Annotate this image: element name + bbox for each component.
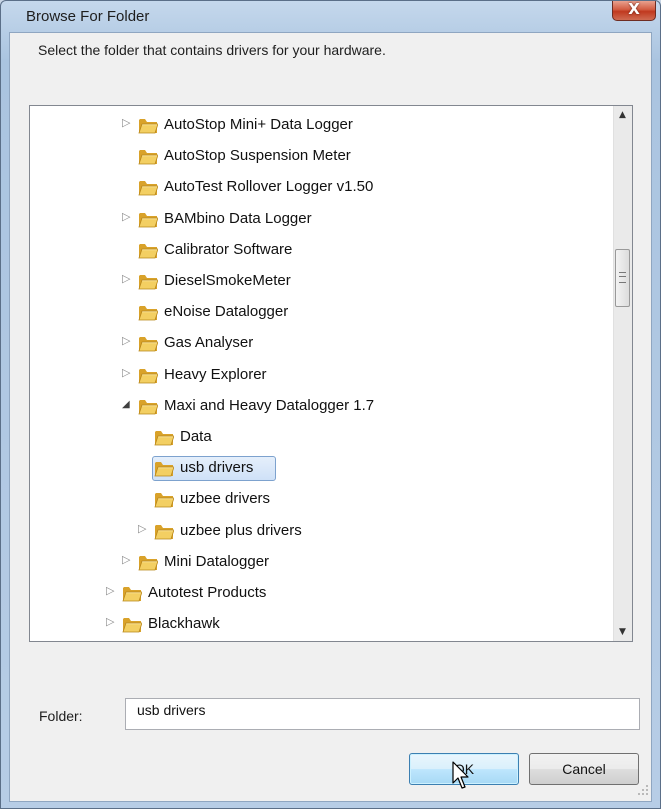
tree-item[interactable]: eNoise Datalogger bbox=[30, 299, 610, 327]
tree-item[interactable]: AutoTest Rollover Logger v1.50 bbox=[30, 174, 610, 202]
tree-item[interactable]: ▷ BAMbino Data Logger bbox=[30, 206, 610, 234]
tree-item[interactable]: ◢ Maxi and Heavy Datalogger 1.7 bbox=[30, 393, 610, 421]
tree-item[interactable]: ▷ uzbee plus drivers bbox=[30, 518, 610, 546]
folder-icon bbox=[138, 212, 158, 227]
tree-item-label: uzbee drivers bbox=[180, 490, 271, 508]
folder-icon bbox=[138, 555, 158, 571]
tree-item[interactable]: ▷ Blackhawk bbox=[30, 611, 610, 639]
tree-item-label: Gas Analyser bbox=[164, 334, 254, 352]
mouse-pointer-icon bbox=[452, 761, 469, 789]
tree-item-label: Heavy Explorer bbox=[164, 365, 267, 383]
expanded-arrow-icon[interactable]: ◢ bbox=[122, 399, 130, 410]
folder-icon bbox=[138, 150, 158, 165]
scroll-up-button[interactable]: ▲ bbox=[614, 106, 632, 124]
tree-item-label: AutoStop Suspension Meter bbox=[164, 147, 351, 165]
folder-field-label: Folder: bbox=[39, 708, 83, 724]
collapsed-arrow-icon[interactable]: ▷ bbox=[106, 584, 114, 597]
folder-icon bbox=[122, 587, 142, 602]
scrollbar-thumb[interactable] bbox=[615, 249, 630, 307]
tree-item[interactable]: ▷ Autotest Products bbox=[30, 580, 610, 608]
tree-item-label: Blackhawk bbox=[148, 615, 220, 633]
folder-icon bbox=[138, 275, 158, 290]
collapsed-arrow-icon[interactable]: ▷ bbox=[122, 366, 130, 379]
folder-icon bbox=[138, 119, 158, 134]
collapsed-arrow-icon[interactable]: ▷ bbox=[122, 553, 130, 566]
folder-icon bbox=[154, 524, 174, 539]
instruction-text: Select the folder that contains drivers … bbox=[38, 42, 386, 58]
title-bar[interactable]: Browse For Folder X bbox=[1, 1, 660, 31]
tree-item[interactable]: Calibrator Software bbox=[30, 237, 610, 265]
cancel-button[interactable]: Cancel bbox=[529, 753, 639, 785]
collapsed-arrow-icon[interactable]: ▷ bbox=[122, 210, 130, 223]
folder-icon bbox=[138, 337, 158, 352]
tree-item-label: Autotest Products bbox=[148, 584, 267, 601]
close-button[interactable]: X bbox=[612, 1, 656, 21]
folder-tree[interactable]: ▷ AutoStop Mini+ Data Logger AutoStop Su… bbox=[29, 105, 633, 642]
tree-item-label: Mini Datalogger bbox=[164, 552, 270, 570]
folder-icon bbox=[154, 462, 174, 477]
scroll-down-arrow-icon: ▼ bbox=[619, 627, 626, 637]
tree-item[interactable]: ▷ AutoStop Mini+ Data Logger bbox=[30, 112, 610, 140]
tree-item[interactable]: Data bbox=[30, 424, 610, 452]
tree-item-label: AutoTest Rollover Logger v1.50 bbox=[164, 178, 374, 196]
collapsed-arrow-icon[interactable]: ▷ bbox=[122, 116, 130, 129]
tree-item-label: DieselSmokeMeter bbox=[164, 272, 291, 289]
tree-item-label: Calibrator Software bbox=[164, 240, 293, 258]
tree-item[interactable]: ▷ DieselSmokeMeter bbox=[30, 268, 610, 296]
tree-item-label: usb drivers bbox=[180, 459, 254, 477]
tree-item-label: AutoStop Mini+ Data Logger bbox=[164, 116, 353, 133]
tree-item-label: uzbee plus drivers bbox=[180, 521, 302, 539]
tree-item[interactable]: ▷ Heavy Explorer bbox=[30, 362, 610, 390]
close-icon: X bbox=[628, 0, 640, 18]
tree-item[interactable]: usb drivers bbox=[30, 455, 610, 483]
collapsed-arrow-icon[interactable]: ▷ bbox=[106, 615, 114, 628]
tree-item-label: BAMbino Data Logger bbox=[164, 209, 312, 227]
resize-grip-icon[interactable] bbox=[638, 785, 648, 795]
tree-item[interactable]: uzbee drivers bbox=[30, 486, 610, 514]
tree-item-label: Data bbox=[180, 428, 212, 445]
scroll-down-button[interactable]: ▼ bbox=[614, 623, 632, 641]
folder-icon bbox=[138, 306, 158, 321]
collapsed-arrow-icon[interactable]: ▷ bbox=[122, 334, 130, 347]
folder-icon bbox=[138, 181, 158, 196]
thumb-grip-icon bbox=[619, 272, 626, 283]
browse-for-folder-window: Browse For Folder X Select the folder th… bbox=[0, 0, 661, 809]
folder-icon bbox=[138, 368, 158, 383]
collapsed-arrow-icon[interactable]: ▷ bbox=[138, 522, 146, 535]
collapsed-arrow-icon[interactable]: ▷ bbox=[122, 272, 130, 285]
tree-item[interactable]: ▷ Mini Datalogger bbox=[30, 549, 610, 577]
tree-item[interactable]: AutoStop Suspension Meter bbox=[30, 143, 610, 171]
folder-icon bbox=[138, 243, 158, 259]
window-title: Browse For Folder bbox=[26, 8, 150, 25]
tree-item-label: Maxi and Heavy Datalogger 1.7 bbox=[164, 396, 375, 414]
folder-icon bbox=[154, 431, 174, 446]
folder-icon bbox=[122, 618, 142, 633]
tree-item-label: eNoise Datalogger bbox=[164, 303, 289, 321]
folder-field[interactable] bbox=[125, 698, 640, 730]
vertical-scrollbar[interactable]: ▲ ▼ bbox=[613, 106, 632, 641]
tree-item[interactable]: ▷ Gas Analyser bbox=[30, 330, 610, 358]
folder-icon bbox=[138, 399, 158, 415]
scroll-up-arrow-icon: ▲ bbox=[619, 110, 626, 120]
folder-icon bbox=[154, 493, 174, 508]
